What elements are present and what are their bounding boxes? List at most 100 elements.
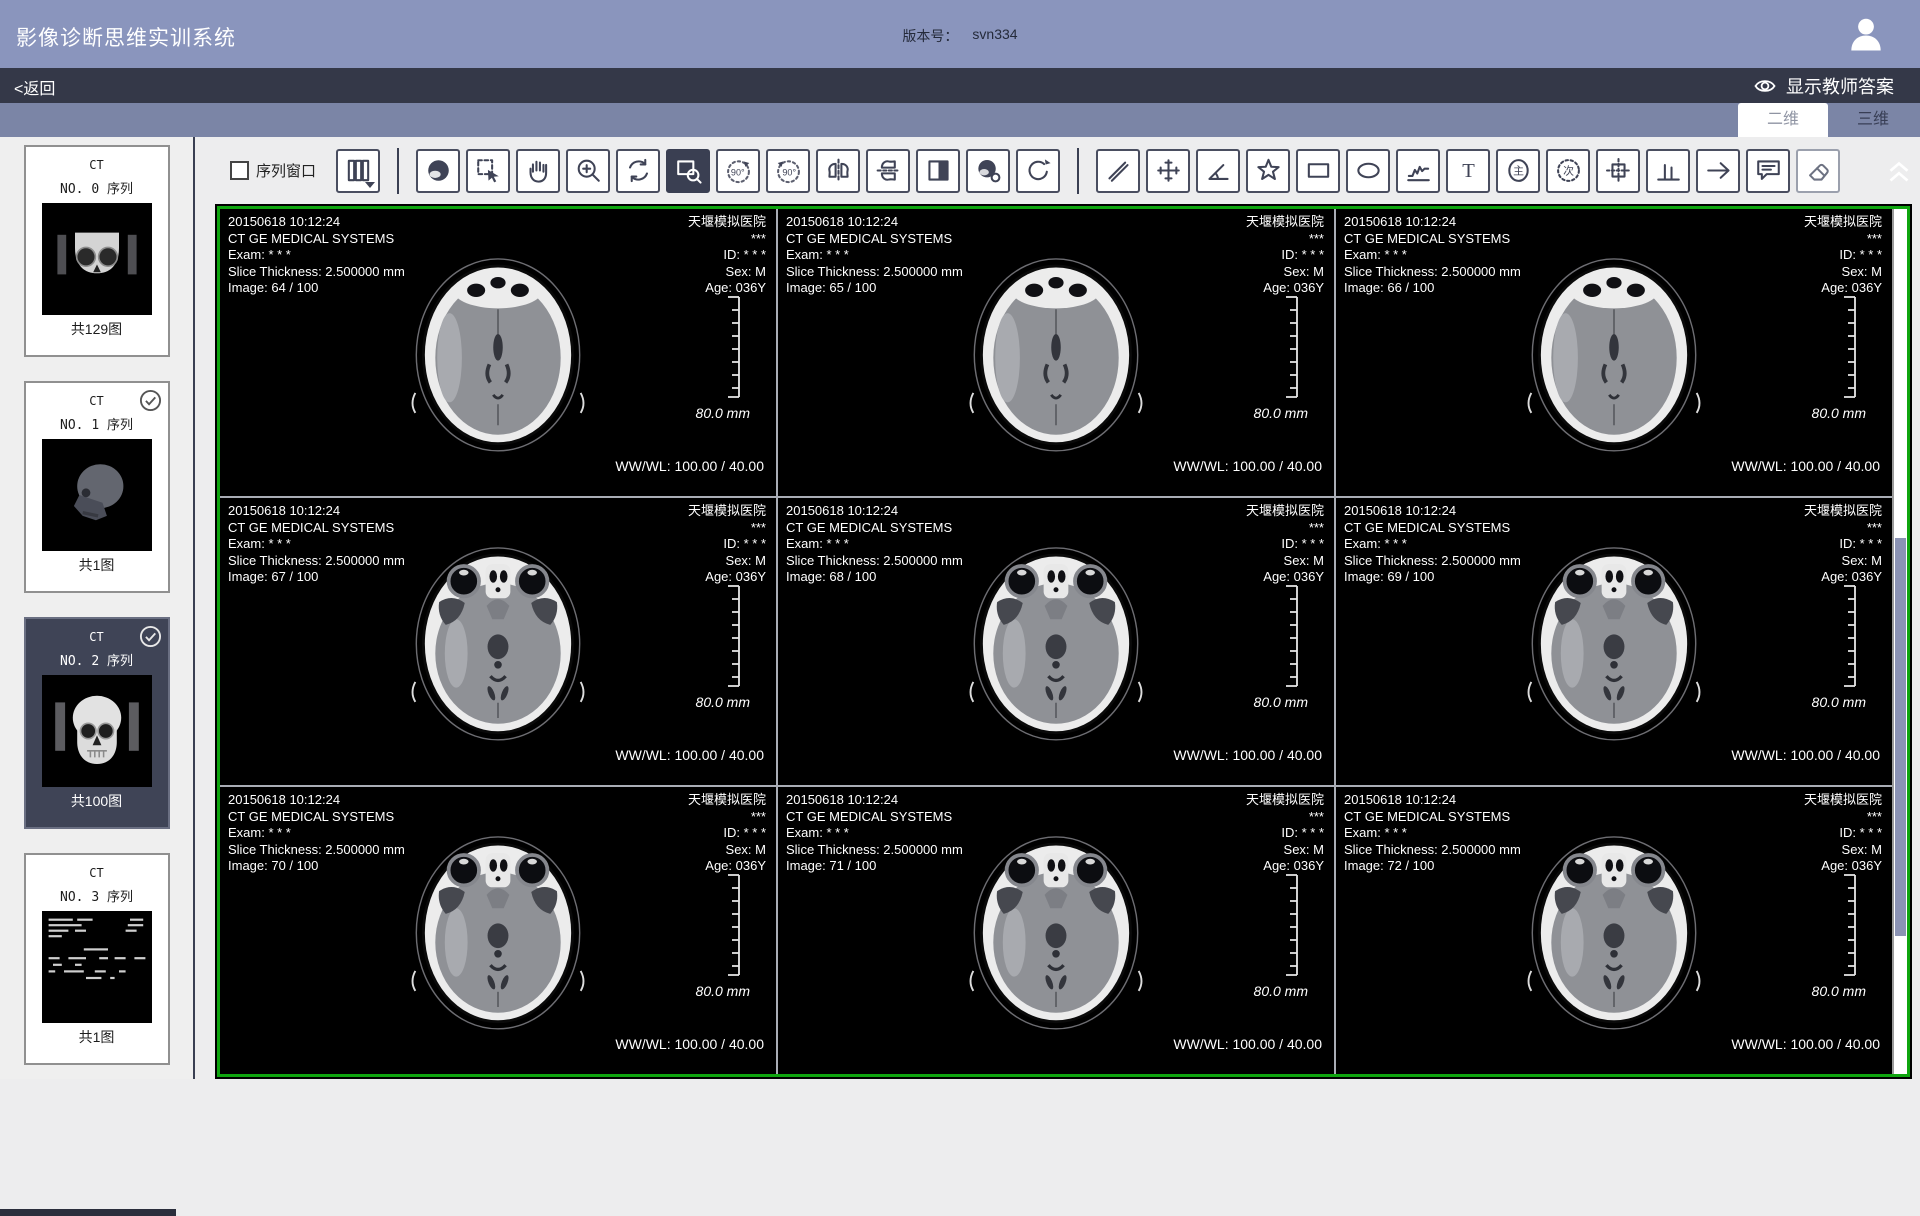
patient-name-masked: *** bbox=[1246, 231, 1324, 248]
series-thumbnail bbox=[42, 203, 152, 315]
measure-line-tool[interactable] bbox=[1096, 149, 1140, 193]
tool-icon bbox=[1754, 156, 1783, 185]
pan-tool[interactable] bbox=[516, 149, 560, 193]
device-name: CT GE MEDICAL SYSTEMS bbox=[786, 809, 963, 826]
tool-icon bbox=[874, 156, 903, 185]
hospital-name: 天堰模拟医院 bbox=[1804, 214, 1882, 231]
flip-horizontal-tool[interactable] bbox=[816, 149, 860, 193]
patient-name-masked: *** bbox=[1246, 809, 1324, 826]
scale-label: 80.0 mm bbox=[1254, 405, 1308, 421]
tab-3d[interactable]: 三维 bbox=[1828, 103, 1918, 137]
draw-ellipse-tool[interactable] bbox=[1346, 149, 1390, 193]
rect-select-tool[interactable] bbox=[466, 149, 510, 193]
viewer-cell[interactable]: 20150618 10:12:24 CT GE MEDICAL SYSTEMS … bbox=[778, 209, 1334, 496]
scale-ruler bbox=[1840, 873, 1856, 977]
hospital-name: 天堰模拟医院 bbox=[688, 503, 766, 520]
overlay-top-right: 天堰模拟医院 *** ID: * * * Sex: M Age: 036Y bbox=[1246, 214, 1324, 297]
region-zoom-tool[interactable] bbox=[666, 149, 710, 193]
crop-box-tool[interactable] bbox=[1596, 149, 1640, 193]
viewer-cell[interactable]: 20150618 10:12:24 CT GE MEDICAL SYSTEMS … bbox=[1336, 787, 1892, 1074]
series-card[interactable]: CT NO. 0 序列 bbox=[24, 145, 170, 357]
patient-id: ID: * * * bbox=[1804, 536, 1882, 553]
window-sphere-tool[interactable] bbox=[416, 149, 460, 193]
slice-thickness: Slice Thickness: 2.500000 mm bbox=[786, 264, 963, 281]
viewer-active-border: 20150618 10:12:24 CT GE MEDICAL SYSTEMS … bbox=[217, 206, 1910, 1077]
viewer-cell[interactable]: 20150618 10:12:24 CT GE MEDICAL SYSTEMS … bbox=[1336, 498, 1892, 785]
viewer-grid: 20150618 10:12:24 CT GE MEDICAL SYSTEMS … bbox=[220, 209, 1892, 1074]
overlay-top-right: 天堰模拟医院 *** ID: * * * Sex: M Age: 036Y bbox=[1804, 503, 1882, 586]
profile-curve-tool[interactable] bbox=[1396, 149, 1440, 193]
rotate-90-ccw-tool[interactable] bbox=[716, 149, 760, 193]
hospital-name: 天堰模拟医院 bbox=[1804, 792, 1882, 809]
invert-tool[interactable] bbox=[916, 149, 960, 193]
slice-thickness: Slice Thickness: 2.500000 mm bbox=[786, 842, 963, 859]
image-index: Image: 68 / 100 bbox=[786, 569, 963, 586]
text-annotation-tool[interactable] bbox=[1446, 149, 1490, 193]
scale-label: 80.0 mm bbox=[1254, 983, 1308, 999]
scale-ruler bbox=[1282, 295, 1298, 399]
zoom-in-tool[interactable] bbox=[566, 149, 610, 193]
tool-icon bbox=[724, 156, 753, 185]
rotate-90-cw-tool[interactable] bbox=[766, 149, 810, 193]
toolbar-separator bbox=[397, 148, 399, 194]
patient-id: ID: * * * bbox=[688, 825, 766, 842]
back-button[interactable]: <返回 bbox=[14, 75, 55, 99]
overlay-top-left: 20150618 10:12:24 CT GE MEDICAL SYSTEMS … bbox=[228, 503, 405, 586]
secondary-mark-tool[interactable] bbox=[1546, 149, 1590, 193]
ct-slice-image bbox=[403, 539, 593, 745]
rotate-tool[interactable] bbox=[616, 149, 660, 193]
eraser-tool[interactable] bbox=[1796, 149, 1840, 193]
star-freehand-tool[interactable] bbox=[1246, 149, 1290, 193]
histogram-tool[interactable] bbox=[1646, 149, 1690, 193]
patient-id: ID: * * * bbox=[1246, 536, 1324, 553]
overlay-top-left: 20150618 10:12:24 CT GE MEDICAL SYSTEMS … bbox=[786, 503, 963, 586]
toolbar-collapse-button[interactable] bbox=[1884, 155, 1914, 189]
image-index: Image: 69 / 100 bbox=[1344, 569, 1521, 586]
viewer-scrollbar[interactable] bbox=[1892, 209, 1907, 1074]
image-index: Image: 64 / 100 bbox=[228, 280, 405, 297]
primary-mark-tool[interactable] bbox=[1496, 149, 1540, 193]
study-datetime: 20150618 10:12:24 bbox=[1344, 792, 1521, 809]
patient-sex: Sex: M bbox=[688, 553, 766, 570]
overlay-top-left: 20150618 10:12:24 CT GE MEDICAL SYSTEMS … bbox=[786, 214, 963, 297]
viewer-cell[interactable]: 20150618 10:12:24 CT GE MEDICAL SYSTEMS … bbox=[220, 498, 776, 785]
layout-select-button[interactable] bbox=[336, 149, 380, 193]
viewer-cell[interactable]: 20150618 10:12:24 CT GE MEDICAL SYSTEMS … bbox=[1336, 209, 1892, 496]
viewer-cell[interactable]: 20150618 10:12:24 CT GE MEDICAL SYSTEMS … bbox=[778, 787, 1334, 1074]
draw-arrow-tool[interactable] bbox=[1696, 149, 1740, 193]
series-count: 共1图 bbox=[26, 555, 168, 575]
crosshair-tool[interactable] bbox=[1146, 149, 1190, 193]
slice-thickness: Slice Thickness: 2.500000 mm bbox=[228, 553, 405, 570]
scale-label: 80.0 mm bbox=[1812, 405, 1866, 421]
draw-rect-tool[interactable] bbox=[1296, 149, 1340, 193]
device-name: CT GE MEDICAL SYSTEMS bbox=[228, 231, 405, 248]
measure-angle-tool[interactable] bbox=[1196, 149, 1240, 193]
series-card[interactable]: CT NO. 2 序列 bbox=[24, 617, 170, 829]
series-window-checkbox[interactable] bbox=[230, 161, 249, 180]
tool-icon bbox=[1604, 156, 1633, 185]
app-title: 影像诊断思维实训系统 bbox=[16, 22, 236, 52]
viewer-scrollbar-thumb[interactable] bbox=[1895, 538, 1906, 936]
window-adjust-tool[interactable] bbox=[966, 149, 1010, 193]
slice-thickness: Slice Thickness: 2.500000 mm bbox=[228, 842, 405, 859]
viewer-cell[interactable]: 20150618 10:12:24 CT GE MEDICAL SYSTEMS … bbox=[778, 498, 1334, 785]
scale-label: 80.0 mm bbox=[696, 694, 750, 710]
tab-2d[interactable]: 二维 bbox=[1738, 103, 1828, 137]
version-info: 版本号： svn334 bbox=[902, 26, 1017, 46]
user-avatar-icon[interactable] bbox=[1844, 12, 1888, 56]
flip-vertical-tool[interactable] bbox=[866, 149, 910, 193]
series-window-option[interactable]: 序列窗口 bbox=[230, 160, 316, 181]
patient-sex: Sex: M bbox=[1246, 553, 1324, 570]
viewer-cell[interactable]: 20150618 10:12:24 CT GE MEDICAL SYSTEMS … bbox=[220, 787, 776, 1074]
comment-tool[interactable] bbox=[1746, 149, 1790, 193]
sidebar-scrollbar[interactable] bbox=[0, 1209, 176, 1216]
series-card[interactable]: CT NO. 3 序列 bbox=[24, 853, 170, 1065]
viewer-cell[interactable]: 20150618 10:12:24 CT GE MEDICAL SYSTEMS … bbox=[220, 209, 776, 496]
overlay-top-right: 天堰模拟医院 *** ID: * * * Sex: M Age: 036Y bbox=[1804, 792, 1882, 875]
show-teacher-answer-button[interactable]: 显示教师答案 bbox=[1753, 73, 1894, 99]
reset-tool[interactable] bbox=[1016, 149, 1060, 193]
series-card[interactable]: CT NO. 1 序列 bbox=[24, 381, 170, 593]
exam-line: Exam: * * * bbox=[1344, 536, 1521, 553]
series-title: NO. 1 序列 bbox=[26, 414, 168, 433]
ct-slice-image bbox=[403, 250, 593, 456]
